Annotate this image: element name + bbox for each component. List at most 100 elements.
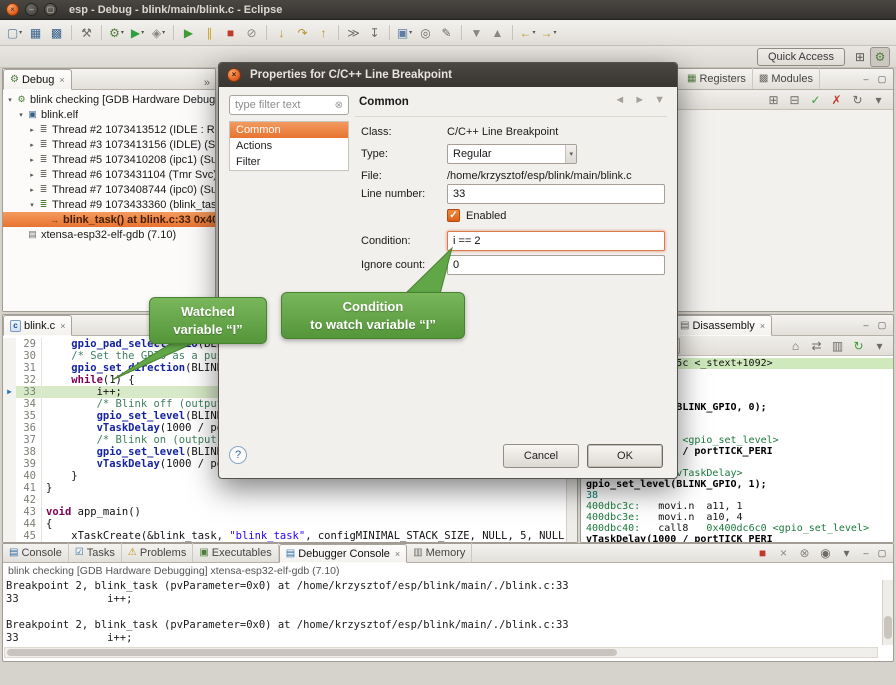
cancel-button[interactable]: Cancel xyxy=(503,444,579,468)
tree-expander[interactable]: ▸ xyxy=(27,156,37,164)
remove-launch-icon[interactable]: × xyxy=(774,544,793,563)
dialog-section-filter[interactable]: Filter xyxy=(230,154,348,170)
scrollbar-thumb[interactable] xyxy=(884,616,892,639)
show-source-icon[interactable]: ▥ xyxy=(828,336,847,355)
tree-expander[interactable]: ▾ xyxy=(27,201,37,209)
line-number-input[interactable]: 33 xyxy=(447,184,665,204)
forward-icon[interactable]: ► xyxy=(634,94,645,106)
refresh-view-icon[interactable]: ↻ xyxy=(849,336,868,355)
maximize-icon[interactable]: ▢ xyxy=(875,72,889,86)
save-all-icon[interactable]: ▩ xyxy=(47,23,66,42)
previous-annotation-icon[interactable]: ▲ xyxy=(488,23,507,42)
terminate-icon[interactable]: ■ xyxy=(221,23,240,42)
suspend-icon[interactable]: ∥ xyxy=(200,23,219,42)
window-minimize-button[interactable]: – xyxy=(25,3,38,16)
window-close-button[interactable]: × xyxy=(6,3,19,16)
tab-problems[interactable]: ⚠Problems xyxy=(122,543,193,562)
tab-debug[interactable]: ⚙ Debug × xyxy=(3,69,72,90)
tree-expander[interactable]: ▸ xyxy=(27,171,37,179)
tab-console[interactable]: ▤Console xyxy=(3,543,69,562)
dialog-titlebar[interactable]: × Properties for C/C++ Line Breakpoint xyxy=(219,63,677,87)
toolbar-overflow-icon[interactable]: » xyxy=(199,77,215,89)
home-icon[interactable]: ⌂ xyxy=(786,336,805,355)
debug-tree-item[interactable]: ▤xtensa-esp32-elf-gdb (7.10) xyxy=(3,227,215,242)
resume-icon[interactable]: ▶ xyxy=(179,23,198,42)
run-as-icon[interactable]: ▶▾ xyxy=(128,23,147,42)
type-dropdown[interactable]: Regular ▾ xyxy=(447,144,577,164)
history-dropdown-icon[interactable]: ▼ xyxy=(654,94,665,106)
disconnect-icon[interactable]: ⊘ xyxy=(242,23,261,42)
forward-history-icon[interactable]: →▾ xyxy=(539,23,558,42)
tree-expander[interactable]: ▸ xyxy=(27,186,37,194)
tab-executables[interactable]: ▣Executables xyxy=(193,543,278,562)
maximize-icon[interactable]: ▢ xyxy=(875,546,889,560)
disassembly-line[interactable]: 400dbc40: call8 0x400dc6c0 <gpio_set_lev… xyxy=(586,523,893,534)
ok-button[interactable]: OK xyxy=(587,444,663,468)
window-maximize-button[interactable]: ▢ xyxy=(44,3,57,16)
debug-tree-item[interactable]: ▸≣Thread #3 1073413156 (IDLE) (Susp xyxy=(3,137,215,152)
tab-registers[interactable]: ▦Registers xyxy=(681,68,753,89)
dialog-close-button[interactable]: × xyxy=(227,68,241,82)
tab-blink-c[interactable]: c blink.c × xyxy=(3,315,72,336)
collapse-all-icon[interactable]: ⊟ xyxy=(785,90,804,109)
maximize-icon[interactable]: ▢ xyxy=(875,318,889,332)
new-c-project-icon[interactable]: ▣▾ xyxy=(395,23,414,42)
code-line[interactable]: 42 xyxy=(3,494,566,506)
disassembly-line[interactable]: gpio_set_level(BLINK_GPIO, 1); xyxy=(586,479,893,490)
back-icon[interactable]: ◄ xyxy=(614,94,625,106)
tab-close-icon[interactable]: × xyxy=(395,549,400,559)
code-line[interactable]: 44{ xyxy=(3,518,566,530)
debug-tree-item[interactable]: ▾▣blink.elf xyxy=(3,107,215,122)
console-vertical-scrollbar[interactable] xyxy=(882,580,893,645)
disassembly-line[interactable]: 400dbc3e: movi.n a10, 4 xyxy=(586,512,893,523)
condition-input[interactable]: i == 2 xyxy=(447,231,665,251)
code-line[interactable]: 45 xTaskCreate(&blink_task, "blink_task"… xyxy=(3,530,566,542)
debug-tree-item[interactable]: ▾⚙blink checking [GDB Hardware Debug xyxy=(3,92,215,107)
tab-tasks[interactable]: ☑Tasks xyxy=(69,543,122,562)
code-line[interactable]: 41} xyxy=(3,482,566,494)
scrollbar-thumb[interactable] xyxy=(7,649,617,656)
pin-console-icon[interactable]: ◉ xyxy=(816,544,835,563)
open-perspective-button[interactable]: ⊞ xyxy=(850,47,870,67)
help-button[interactable]: ? xyxy=(229,446,247,464)
dialog-filter-input[interactable]: type filter text ⊗ xyxy=(229,95,349,115)
debug-tree-item[interactable]: ▸≣Thread #6 1073431104 (Tmr Svc) (S xyxy=(3,167,215,182)
disassembly-line[interactable]: 38 xyxy=(586,490,893,501)
view-menu-icon[interactable]: ▾ xyxy=(869,90,888,109)
ignore-count-input[interactable]: 0 xyxy=(447,255,665,275)
debug-tree-item[interactable]: ▾≣Thread #9 1073433360 (blink_task xyxy=(3,197,215,212)
tree-expander[interactable]: ▸ xyxy=(27,141,37,149)
disassembly-line[interactable]: vTaskDelay(1000 / portTICK_PERI xyxy=(586,534,893,542)
save-icon[interactable]: ▦ xyxy=(26,23,45,42)
quick-access-button[interactable]: Quick Access xyxy=(757,48,845,66)
new-wizard-icon[interactable]: ▢▾ xyxy=(5,23,24,42)
debug-tree-item[interactable]: ▸≣Thread #2 1073413512 (IDLE : Runn xyxy=(3,122,215,137)
tab-modules[interactable]: ▩Modules xyxy=(753,68,820,89)
search-icon[interactable]: ◎ xyxy=(416,23,435,42)
refresh-icon[interactable]: ↻ xyxy=(848,90,867,109)
tab-close-icon[interactable]: × xyxy=(59,75,64,85)
expand-all-icon[interactable]: ⊞ xyxy=(764,90,783,109)
step-over-icon[interactable]: ↷ xyxy=(293,23,312,42)
disable-selected-icon[interactable]: ✗ xyxy=(827,90,846,109)
console-horizontal-scrollbar[interactable] xyxy=(4,647,878,658)
window-titlebar[interactable]: × – ▢ esp - Debug - blink/main/blink.c -… xyxy=(0,0,896,20)
debug-tree-item[interactable]: →blink_task() at blink.c:33 0x400db xyxy=(3,212,215,227)
step-into-icon[interactable]: ↓ xyxy=(272,23,291,42)
dialog-section-actions[interactable]: Actions xyxy=(230,138,348,154)
console-view-menu-icon[interactable]: ▾ xyxy=(837,544,856,563)
minimize-icon[interactable]: – xyxy=(859,72,873,86)
instruction-stepping-icon[interactable]: ≫ xyxy=(344,23,363,42)
remove-all-launches-icon[interactable]: ⊗ xyxy=(795,544,814,563)
debug-perspective-button[interactable]: ⚙ xyxy=(870,47,890,67)
terminate-console-icon[interactable]: ■ xyxy=(753,544,772,563)
minimize-icon[interactable]: – xyxy=(859,318,873,332)
tree-expander[interactable]: ▾ xyxy=(16,111,26,119)
tree-expander[interactable]: ▾ xyxy=(5,96,15,104)
external-tools-icon[interactable]: ◈▾ xyxy=(149,23,168,42)
tab-debugger-console[interactable]: ▤Debugger Console× xyxy=(279,544,407,563)
debug-tree-item[interactable]: ▸≣Thread #5 1073410208 (ipc1) (Susp xyxy=(3,152,215,167)
dialog-section-common[interactable]: Common xyxy=(230,122,348,138)
build-all-icon[interactable]: ⚒ xyxy=(77,23,96,42)
debug-as-icon[interactable]: ⚙▾ xyxy=(107,23,126,42)
